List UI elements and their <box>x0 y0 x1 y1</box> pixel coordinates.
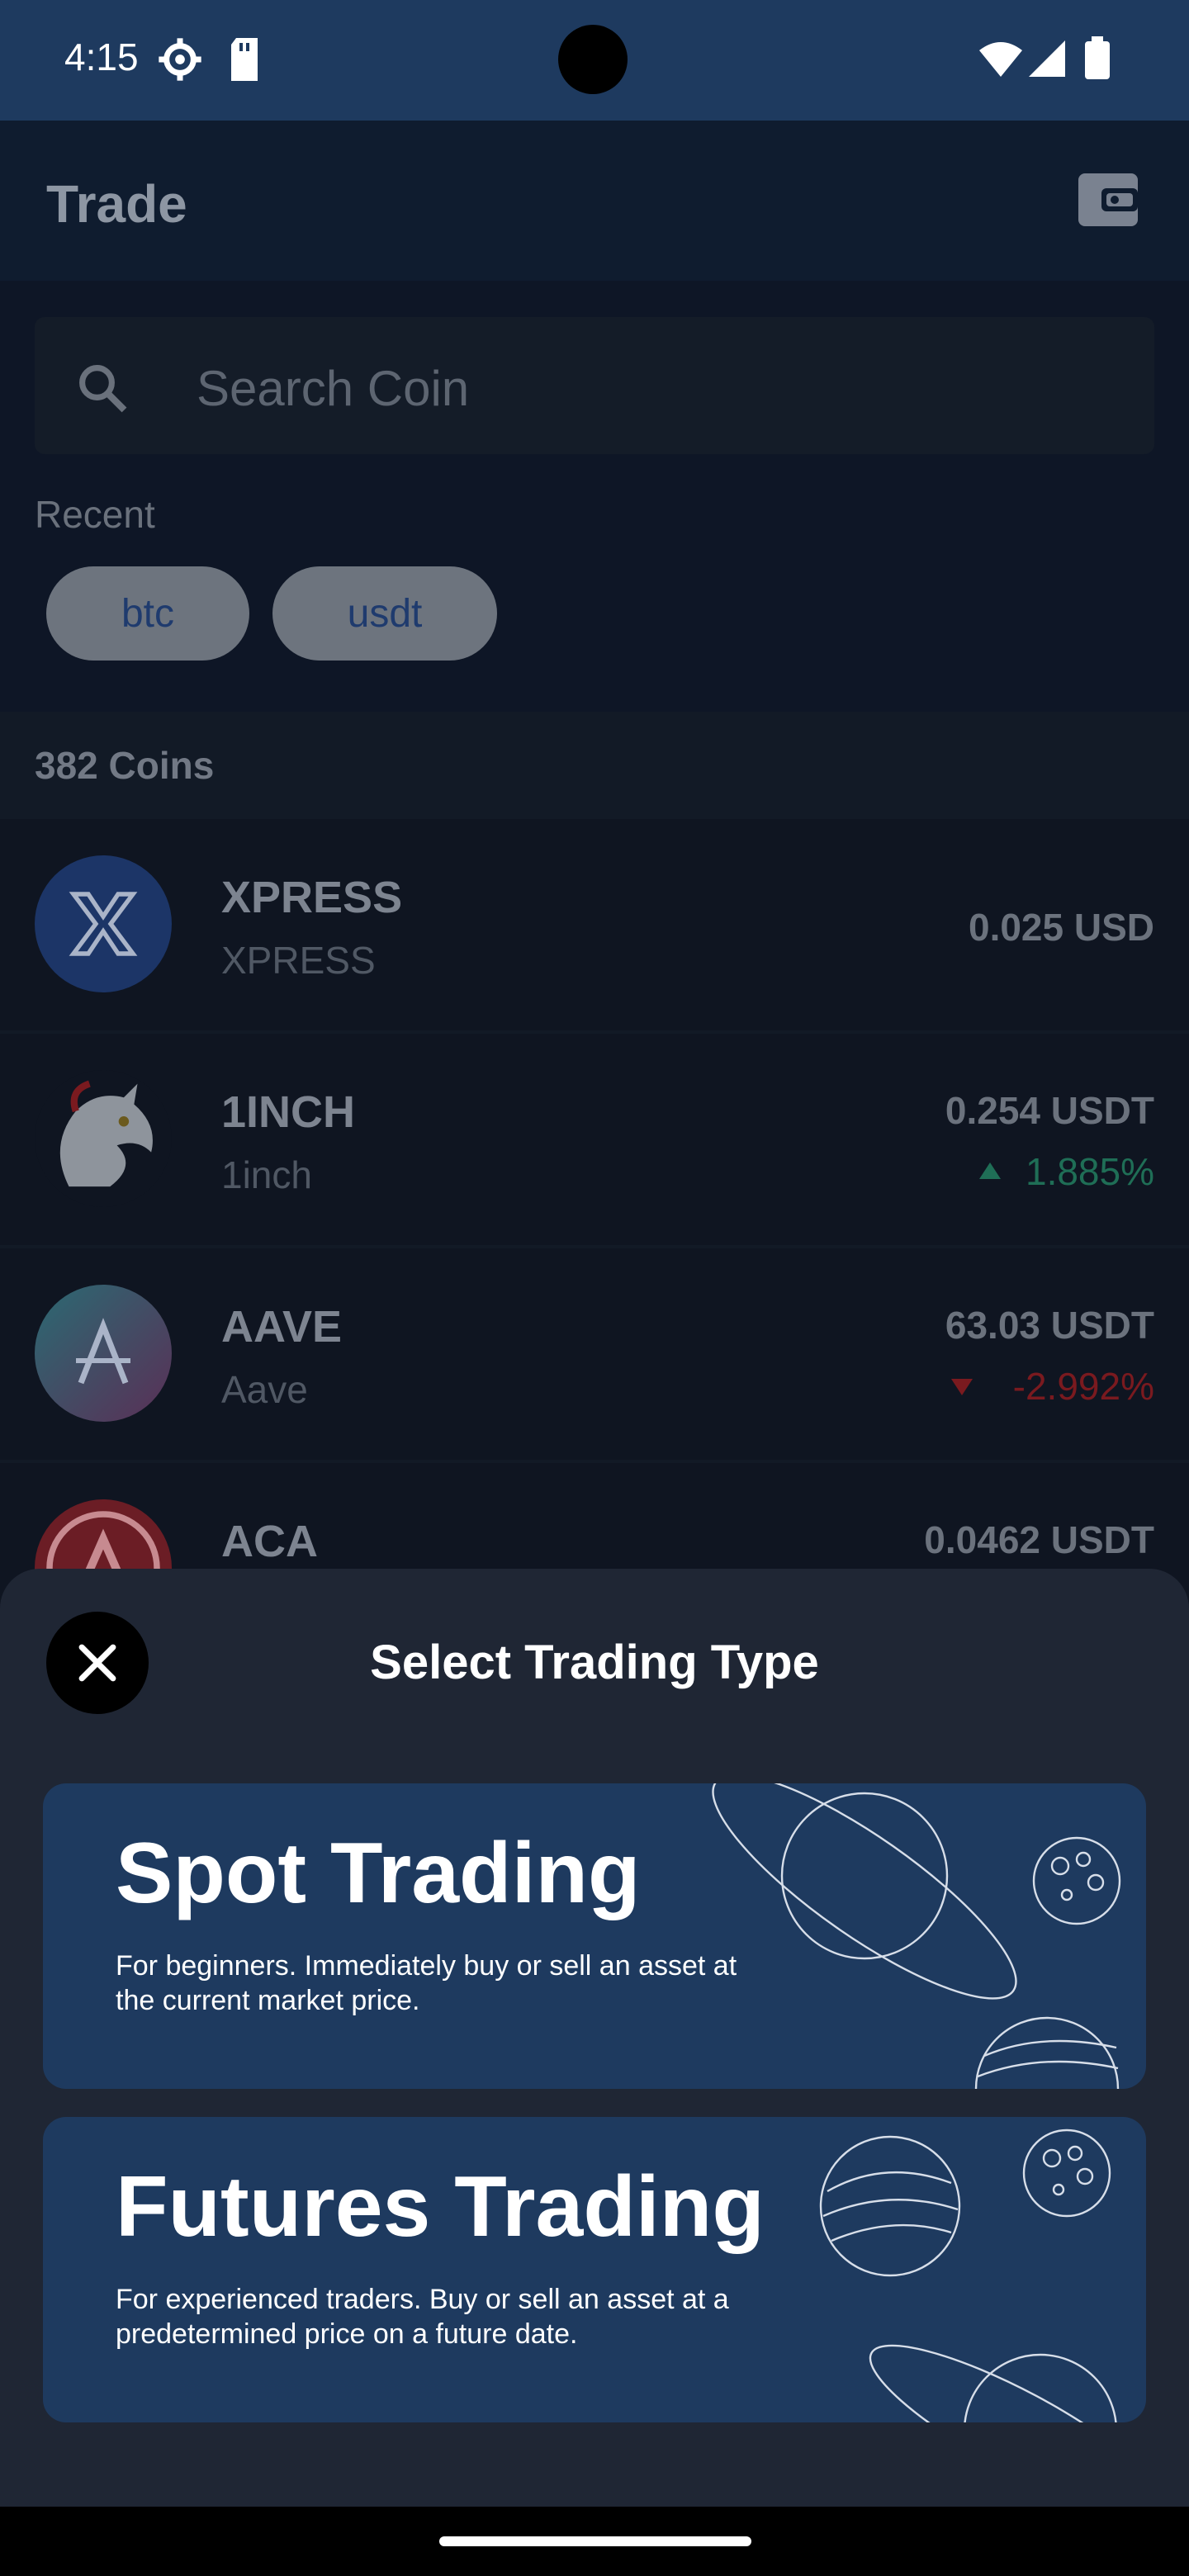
coin-price: 0.025 USD <box>968 906 1154 949</box>
coin-row-1inch[interactable] <box>0 1034 1189 1248</box>
recent-chip-btc[interactable]: btc <box>46 566 249 661</box>
trend-down-icon <box>951 1379 973 1395</box>
signal-icon <box>1029 40 1065 77</box>
sd-card-icon <box>231 38 258 81</box>
coin-price: 0.254 USDT <box>945 1089 1154 1132</box>
planets-illustration <box>712 1783 1121 2089</box>
coin-name: XPRESS <box>221 939 376 982</box>
search-icon <box>79 365 127 413</box>
coin-symbol: ACA <box>221 1517 318 1566</box>
aave-logo-icon <box>35 1285 172 1422</box>
coin-symbol: AAVE <box>221 1302 343 1352</box>
status-time: 4:15 <box>64 36 139 78</box>
coin-change: 1.885% <box>1025 1150 1154 1193</box>
coin-symbol: XPRESS <box>221 873 403 922</box>
recent-chip-usdt[interactable]: usdt <box>272 566 497 661</box>
search-placeholder: Search Coin <box>197 361 470 416</box>
1inch-logo-icon <box>35 1070 172 1207</box>
front-camera <box>558 25 628 94</box>
home-gesture-handle[interactable] <box>439 2536 751 2546</box>
coins-count: 382 Coins <box>35 744 215 787</box>
coin-row-aave[interactable] <box>0 1248 1189 1463</box>
futures-trading-description: For experienced traders. Buy or sell an … <box>116 2284 729 2350</box>
coin-change: -2.992% <box>1012 1365 1154 1408</box>
battery-icon <box>1085 36 1110 79</box>
page-title: Trade <box>46 174 187 234</box>
futures-trading-title: Futures Trading <box>116 2159 765 2255</box>
coin-name: 1inch <box>221 1153 312 1196</box>
trend-up-icon <box>979 1163 1001 1179</box>
coin-name: Aave <box>221 1368 308 1411</box>
sheet-title: Select Trading Type <box>370 1636 819 1689</box>
wallet-icon[interactable] <box>1078 173 1138 226</box>
futures-trading-card[interactable]: Futures Trading For experienced traders.… <box>43 2117 1146 2422</box>
coin-symbol: 1INCH <box>221 1087 356 1137</box>
coin-price: 0.0462 USDT <box>924 1518 1154 1561</box>
spot-trading-title: Spot Trading <box>116 1825 641 1921</box>
settings-icon <box>159 38 201 81</box>
spot-trading-description: For beginners. Immediately buy or sell a… <box>116 1950 737 2016</box>
coin-price: 63.03 USDT <box>945 1304 1154 1347</box>
wifi-icon <box>979 42 1022 77</box>
spot-trading-card[interactable]: Spot Trading For beginners. Immediately … <box>43 1783 1146 2089</box>
recent-label: Recent <box>35 493 155 536</box>
xpress-logo-icon <box>35 855 172 992</box>
